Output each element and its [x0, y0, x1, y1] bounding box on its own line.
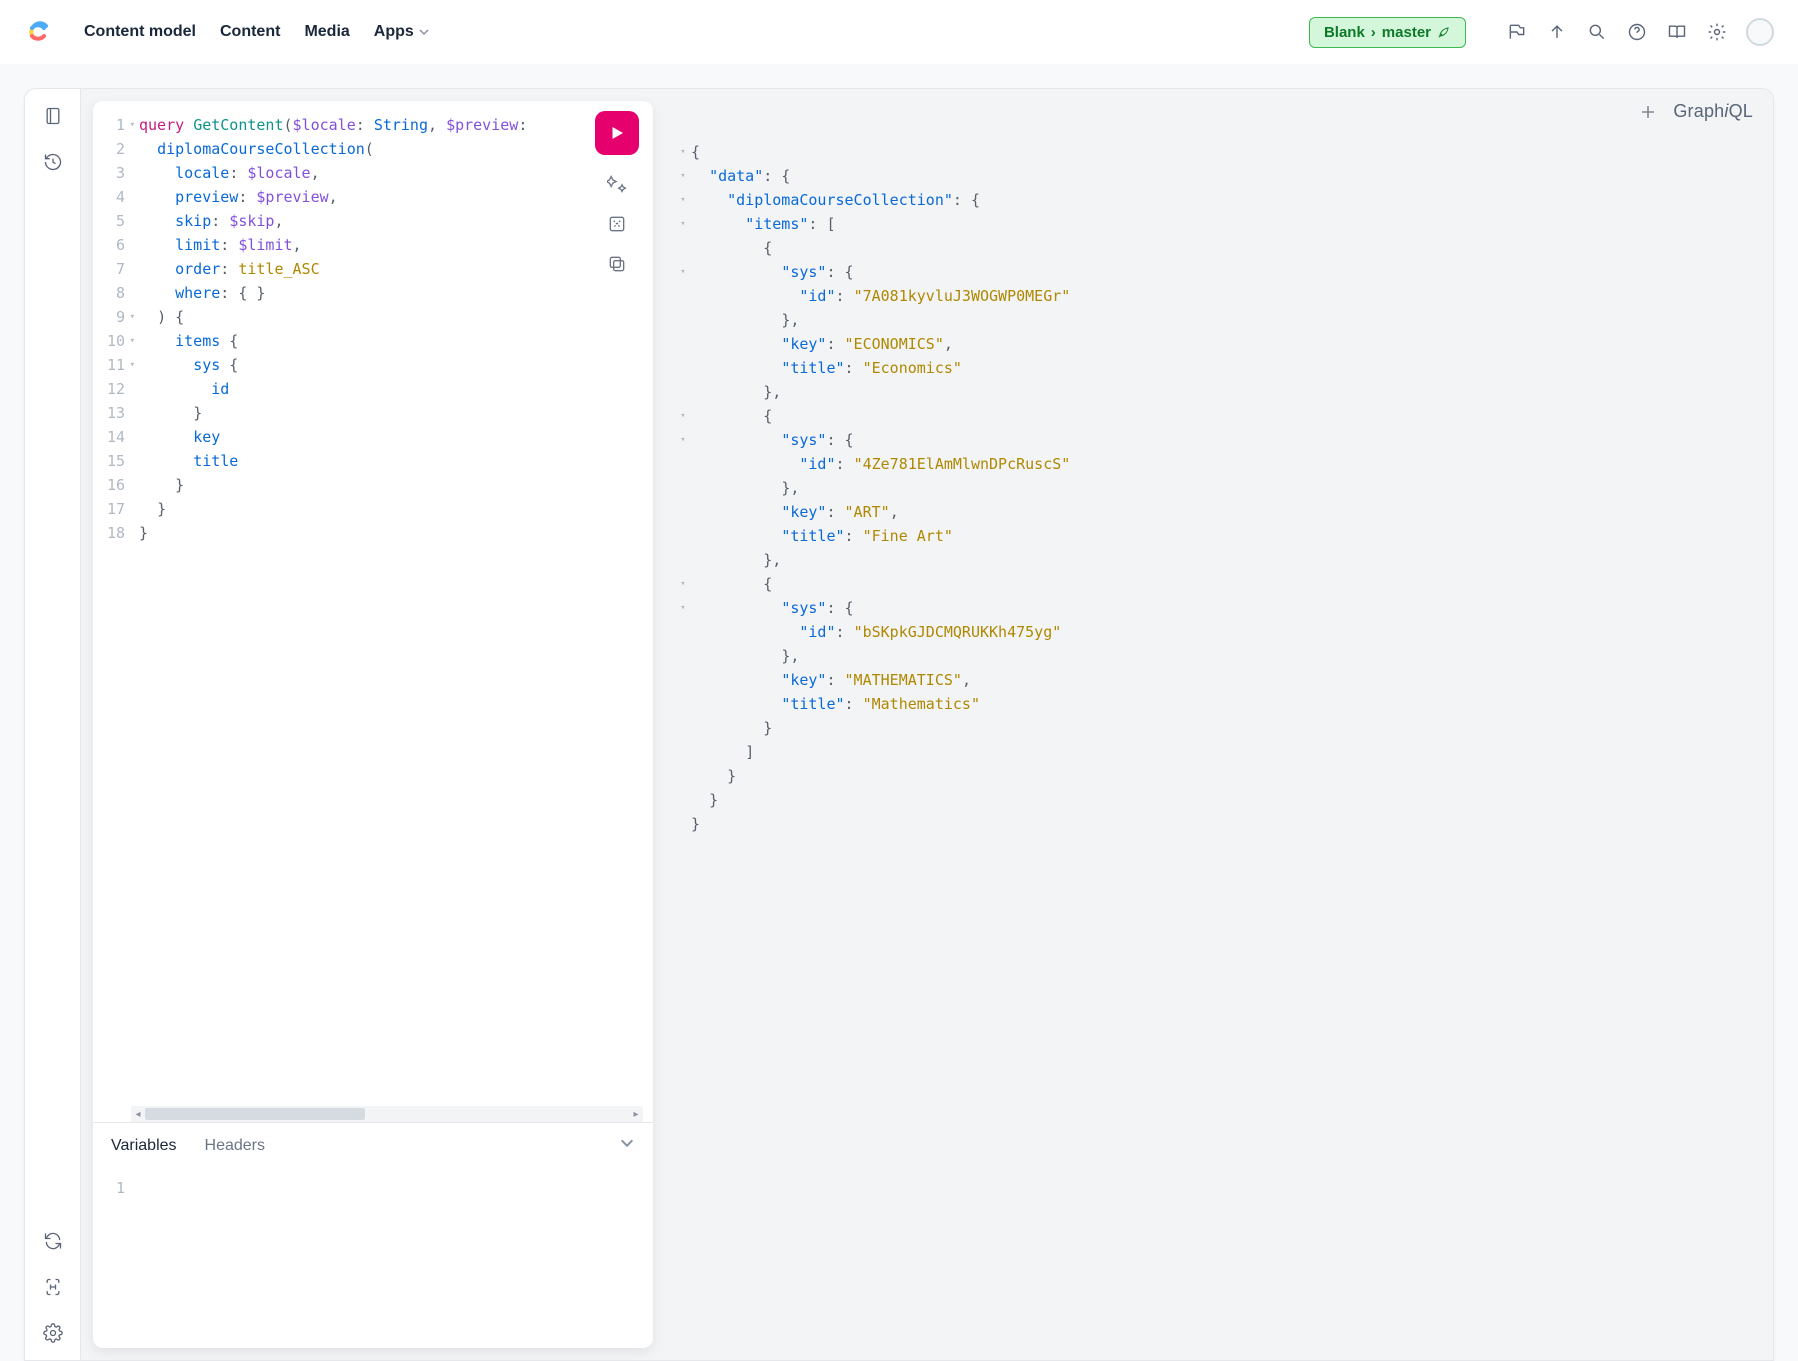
- variables-panel: Variables Headers 1: [93, 1122, 653, 1348]
- result-gutter: ▾▾▾▾▾▾▾▾▾: [675, 140, 691, 1354]
- help-icon[interactable]: [1626, 21, 1648, 43]
- avatar[interactable]: [1746, 18, 1774, 46]
- variables-gutter: 1: [93, 1168, 131, 1348]
- docs-icon[interactable]: [42, 105, 64, 127]
- chevron-down-icon: [418, 26, 430, 38]
- history-icon[interactable]: [42, 151, 64, 173]
- query-editor[interactable]: 123456789101112131415161718 query GetCon…: [93, 101, 653, 1098]
- variables-code[interactable]: [131, 1168, 653, 1348]
- horizontal-scrollbar[interactable]: ◂ ▸: [131, 1106, 643, 1122]
- play-icon: [608, 124, 626, 142]
- execute-button[interactable]: [595, 111, 639, 155]
- gear-icon[interactable]: [1706, 21, 1728, 43]
- contentful-logo-icon: [24, 18, 52, 46]
- variables-tabs: Variables Headers: [93, 1123, 653, 1168]
- nav-links: Content model Content Media Apps: [84, 23, 430, 41]
- editor-actions: [595, 111, 639, 275]
- query-code[interactable]: query GetContent($locale: String, $previ…: [131, 101, 653, 1098]
- scroll-left-icon[interactable]: ◂: [131, 1107, 145, 1121]
- result-body[interactable]: ▾▾▾▾▾▾▾▾▾ { "data": { "diplomaCourseColl…: [665, 134, 1773, 1360]
- nav-media[interactable]: Media: [304, 23, 349, 41]
- graphiql-label: GraphiQL: [1673, 101, 1753, 122]
- env-selector[interactable]: Blank › master: [1309, 17, 1466, 48]
- editors: 123456789101112131415161718 query GetCon…: [81, 89, 1773, 1360]
- scroll-thumb[interactable]: [145, 1108, 365, 1120]
- nav-apps[interactable]: Apps: [374, 23, 430, 41]
- keyboard-shortcuts-icon[interactable]: [42, 1276, 64, 1298]
- tab-variables[interactable]: Variables: [111, 1137, 177, 1155]
- result-panel: GraphiQL ▾▾▾▾▾▾▾▾▾ { "data": { "diplomaC…: [665, 89, 1773, 1360]
- rocket-icon: [1437, 25, 1451, 39]
- result-code: { "data": { "diplomaCourseCollection": {…: [691, 140, 1763, 1354]
- add-tab-button[interactable]: [1639, 103, 1657, 121]
- chevron-right-icon: ›: [1371, 24, 1376, 41]
- variables-editor[interactable]: 1: [93, 1168, 653, 1348]
- book-icon[interactable]: [1666, 21, 1688, 43]
- copy-icon[interactable]: [606, 253, 628, 275]
- collapse-icon[interactable]: [619, 1135, 635, 1156]
- query-card: 123456789101112131415161718 query GetCon…: [93, 101, 653, 1348]
- search-icon[interactable]: [1586, 21, 1608, 43]
- refresh-icon[interactable]: [42, 1230, 64, 1252]
- main: 123456789101112131415161718 query GetCon…: [0, 64, 1798, 1361]
- result-header: GraphiQL: [665, 89, 1773, 134]
- upload-icon[interactable]: [1546, 21, 1568, 43]
- tab-headers[interactable]: Headers: [205, 1137, 265, 1155]
- graphiql-workspace: 123456789101112131415161718 query GetCon…: [24, 88, 1774, 1361]
- prettify-icon[interactable]: [606, 173, 628, 195]
- nav-apps-label: Apps: [374, 23, 414, 41]
- settings-icon[interactable]: [42, 1322, 64, 1344]
- nav-content[interactable]: Content: [220, 23, 280, 41]
- merge-icon[interactable]: [606, 213, 628, 235]
- nav-content-model[interactable]: Content model: [84, 23, 196, 41]
- env-space: Blank: [1324, 24, 1365, 41]
- query-gutter: 123456789101112131415161718: [93, 101, 131, 1098]
- left-rail: [25, 89, 81, 1360]
- env-name: master: [1382, 24, 1431, 41]
- scroll-right-icon[interactable]: ▸: [629, 1107, 643, 1121]
- topnav-icons: [1506, 18, 1774, 46]
- flag-icon[interactable]: [1506, 21, 1528, 43]
- top-nav: Content model Content Media Apps Blank ›…: [0, 0, 1798, 64]
